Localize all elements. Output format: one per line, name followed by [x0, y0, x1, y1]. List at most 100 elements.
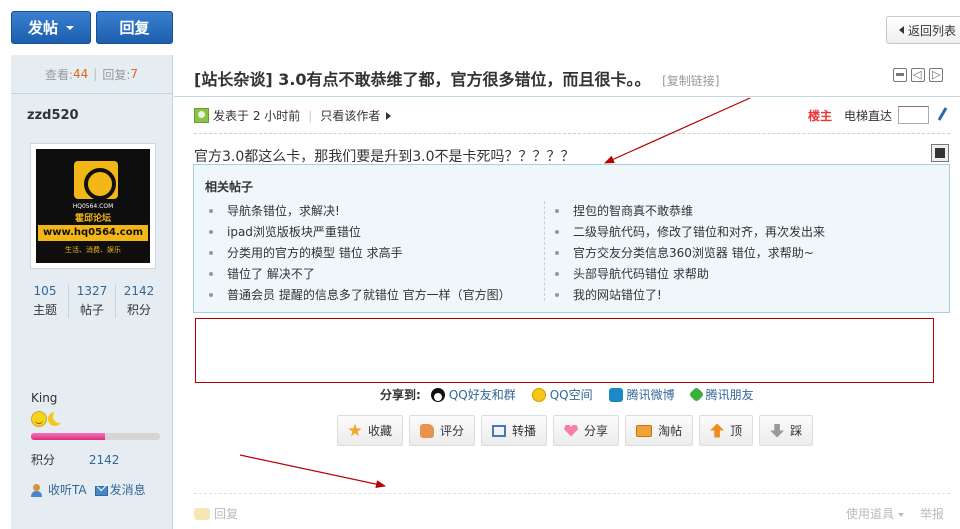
share-button[interactable]: 分享: [553, 415, 620, 446]
related-column-right: 捏包的智商真不敢恭维 二级导航代码，修改了错位和对齐，再次发出来 官方交友分类信…: [555, 200, 825, 305]
prev-thread-icon[interactable]: [911, 68, 925, 82]
qzone-icon: [531, 387, 546, 402]
action-label: 分享: [584, 424, 609, 438]
annotation-arrow: [239, 454, 386, 489]
replies-label: 回复:: [102, 67, 131, 82]
meta-divider: [194, 133, 950, 134]
follow-link[interactable]: 收听TA: [31, 481, 87, 498]
bullet-icon: [209, 229, 213, 234]
share-qzone[interactable]: QQ空间: [531, 386, 593, 403]
related-divider: [544, 201, 545, 301]
post-button[interactable]: 发帖: [11, 11, 91, 44]
related-item[interactable]: 普通会员 提醒的信息多了就错位 官方一样（官方图）: [209, 284, 511, 305]
repost-button[interactable]: 转播: [481, 415, 548, 446]
follow-label: 收听TA: [48, 483, 87, 497]
bullet-icon: [555, 292, 559, 297]
related-item[interactable]: 捏包的智商真不敢恭维: [555, 200, 825, 221]
print-icon[interactable]: [893, 68, 907, 82]
user-stat-label: 帖子: [79, 303, 104, 317]
chevron-right-icon: [386, 111, 392, 120]
action-label: 踩: [790, 424, 803, 438]
credit-progress-bar: [31, 433, 160, 440]
related-item[interactable]: 分类用的官方的模型 错位 求高手: [209, 242, 511, 263]
share-link-label: QQ空间: [549, 388, 593, 402]
arrow-down-icon: [770, 423, 785, 438]
bullet-icon: [209, 271, 213, 276]
rate-button[interactable]: 评分: [409, 415, 476, 446]
group-icons: [31, 411, 62, 427]
floor-jump-input[interactable]: [898, 106, 929, 124]
user-stat-value: 105: [33, 284, 57, 298]
use-tools-menu[interactable]: 使用道具: [846, 505, 905, 522]
share-row: 分享到: QQ好友和群 QQ空间 腾讯微博 腾讯朋友: [380, 386, 764, 403]
avatar-slogan: 生活、消费、娱乐: [65, 246, 121, 254]
next-thread-icon[interactable]: [929, 68, 943, 82]
related-item-label: 普通会员 提醒的信息多了就错位 官方一样（官方图）: [227, 287, 511, 302]
user-stats: 105 主题 1327 帖子 2142 积分: [22, 284, 162, 318]
action-label: 收藏: [368, 424, 393, 438]
star-icon: [348, 423, 362, 437]
message-link[interactable]: 发消息: [94, 481, 146, 498]
footer-reply-link[interactable]: 回复: [194, 505, 238, 522]
use-tools-label: 使用道具: [846, 507, 895, 521]
related-item[interactable]: ipad浏览版板块严重错位: [209, 221, 511, 242]
related-item-label: 分类用的官方的模型 错位 求高手: [227, 245, 403, 260]
collect-button[interactable]: 淘帖: [625, 415, 694, 446]
action-label: 淘帖: [658, 424, 683, 438]
reply-button[interactable]: 回复: [96, 11, 173, 44]
related-item[interactable]: 头部导航代码错位 求帮助: [555, 263, 825, 284]
user-stat-value: 1327: [76, 284, 108, 298]
bullet-icon: [555, 250, 559, 255]
annotation-arrow: [604, 97, 751, 164]
chevron-down-icon: [898, 512, 905, 517]
stats-separator: |: [93, 67, 98, 81]
favorite-button[interactable]: 收藏: [337, 415, 404, 446]
online-status-icon: [194, 108, 209, 123]
tray-icon: [636, 424, 653, 437]
avatar[interactable]: HQ0564.COM 霍邱论坛 www.hq0564.com 生活、消费、娱乐: [30, 143, 156, 269]
related-item-label: 官方交友分类信息360浏览器 错位，求帮助~: [573, 245, 814, 260]
copy-link[interactable]: [复制链接]: [662, 74, 719, 88]
user-group: King: [31, 391, 58, 405]
related-item[interactable]: 官方交友分类信息360浏览器 错位，求帮助~: [555, 242, 825, 263]
reply-button-label: 回复: [119, 19, 150, 37]
post-button-label: 发帖: [27, 19, 58, 37]
bullet-icon: [209, 250, 213, 255]
user-stat-credits[interactable]: 2142 积分: [116, 284, 162, 318]
related-item-label: 二级导航代码，修改了错位和对齐，再次发出来: [573, 224, 826, 239]
qq-icon: [430, 387, 445, 402]
upvote-button[interactable]: 顶: [699, 415, 754, 446]
bullet-icon: [209, 208, 213, 213]
share-tencent-friends[interactable]: 腾讯朋友: [688, 386, 754, 403]
weibo-icon: [608, 387, 623, 402]
share-qq-friends[interactable]: QQ好友和群: [430, 386, 516, 403]
forum-logo-icon: [74, 161, 118, 200]
avatar-url: www.hq0564.com: [38, 225, 148, 241]
arrow-up-icon: [710, 423, 725, 438]
credit-label: 积分: [31, 453, 56, 467]
share-tencent-weibo[interactable]: 腾讯微博: [608, 386, 675, 403]
smiley-icon: [31, 411, 47, 427]
post-widget-icon[interactable]: [931, 144, 949, 162]
report-link[interactable]: 举报: [920, 505, 944, 522]
bullet-icon: [555, 271, 559, 276]
related-item[interactable]: 我的网站错位了!: [555, 284, 825, 305]
related-item-label: 我的网站错位了!: [573, 287, 662, 302]
related-item[interactable]: 二级导航代码，修改了错位和对齐，再次发出来: [555, 221, 825, 242]
downvote-button[interactable]: 踩: [759, 415, 814, 446]
replies-count: 7: [130, 67, 139, 81]
credit-value: 2142: [88, 453, 120, 467]
avatar-title: 霍邱论坛: [74, 214, 111, 224]
avatar-image: HQ0564.COM 霍邱论坛 www.hq0564.com 生活、消费、娱乐: [36, 149, 150, 263]
user-stat-threads[interactable]: 105 主题: [22, 284, 69, 318]
chevron-left-icon: [899, 26, 904, 34]
only-author-link[interactable]: 只看该作者: [320, 107, 380, 124]
related-item[interactable]: 导航条错位，求解决!: [209, 200, 511, 221]
thread-title-text: [站长杂谈] 3.0有点不敢恭维了都，官方很多错位，而且很卡。。: [194, 70, 651, 89]
author-name-link[interactable]: zzd520: [27, 108, 79, 123]
jump-arrow-icon[interactable]: [934, 105, 952, 123]
back-to-list-button[interactable]: 返回列表: [886, 16, 960, 44]
floor-label: 楼主: [808, 109, 833, 123]
related-item[interactable]: 错位了 解决不了: [209, 263, 511, 284]
user-stat-posts[interactable]: 1327 帖子: [69, 284, 116, 318]
